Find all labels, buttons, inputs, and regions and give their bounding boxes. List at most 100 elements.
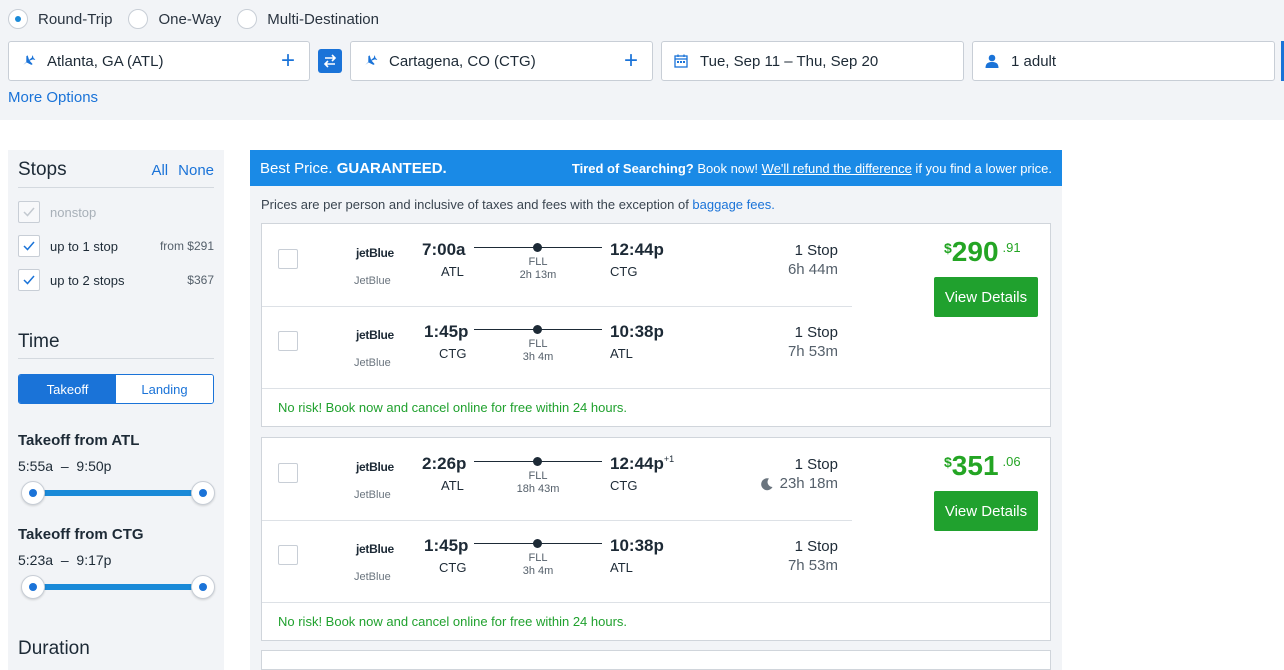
checkbox[interactable] bbox=[18, 201, 40, 223]
airline-logo: jetBlue bbox=[356, 328, 394, 342]
total-duration-text: 6h 44m bbox=[787, 261, 838, 278]
stop-price: $367 bbox=[187, 273, 214, 287]
stop-filter-one-stop[interactable]: up to 1 stop from $291 bbox=[18, 234, 214, 258]
stop-filter-nonstop[interactable]: nonstop bbox=[18, 200, 214, 224]
divider bbox=[18, 187, 214, 188]
layover-airport: FLL bbox=[528, 338, 548, 350]
duration-heading: Duration bbox=[18, 638, 90, 659]
arrival-time: 12:44p+1 bbox=[610, 454, 674, 474]
filters-sidebar: Stops All None nonstop up to 1 stop from … bbox=[8, 150, 224, 670]
fare-price: $351.06 bbox=[944, 450, 1021, 482]
refund-difference-link[interactable]: We'll refund the difference bbox=[762, 161, 912, 176]
checkbox[interactable] bbox=[18, 235, 40, 257]
airplane-takeoff-icon bbox=[19, 52, 37, 70]
arrival-time-text: 12:44p bbox=[610, 454, 664, 473]
takeoff-ctg-range: 5:23a – 9:17p bbox=[18, 552, 111, 568]
trip-type-group: Round-Trip One-Way Multi-Destination bbox=[8, 9, 395, 29]
banner-left-bold: GUARANTEED. bbox=[336, 159, 447, 177]
radio-multi-destination[interactable] bbox=[237, 9, 258, 29]
swap-airports-button[interactable] bbox=[318, 49, 342, 73]
leg-select-checkbox[interactable] bbox=[278, 331, 298, 351]
total-duration-text: 23h 18m bbox=[779, 475, 838, 492]
takeoff-ctg-slider-max-handle[interactable] bbox=[191, 575, 215, 599]
price-cents: .91 bbox=[1002, 240, 1021, 255]
trip-type-label: One-Way bbox=[158, 10, 222, 28]
trip-type-multi-destination[interactable]: Multi-Destination bbox=[237, 9, 379, 29]
airline-name: JetBlue bbox=[354, 357, 391, 369]
add-origin-plus-icon[interactable]: + bbox=[273, 47, 303, 75]
banner-right-suffix: if you find a lower price. bbox=[911, 160, 1052, 176]
stop-label: up to 2 stops bbox=[50, 272, 125, 288]
layover-duration: 18h 43m bbox=[516, 483, 560, 495]
takeoff-ctg-slider-track[interactable] bbox=[34, 584, 204, 590]
flight-result-card: jetBlue JetBlue 7:00a ATL FLL 2h 13m 12:… bbox=[261, 223, 1051, 427]
layover-dot bbox=[533, 243, 542, 252]
departure-time: 1:45p bbox=[424, 536, 469, 555]
person-icon bbox=[983, 52, 1001, 70]
origin-field[interactable]: Atlanta, GA (ATL) + bbox=[8, 41, 310, 81]
total-duration: 6h 44m bbox=[788, 261, 838, 278]
checkbox[interactable] bbox=[18, 269, 40, 291]
calendar-icon bbox=[672, 52, 690, 70]
radio-round-trip[interactable] bbox=[8, 9, 28, 29]
airline-name: JetBlue bbox=[354, 275, 391, 287]
arrival-time: 12:44p bbox=[610, 240, 664, 259]
check-icon bbox=[23, 241, 35, 251]
travelers-value: 1 adult bbox=[1011, 52, 1057, 70]
baggage-fees-link[interactable]: baggage fees. bbox=[692, 197, 774, 212]
view-details-button[interactable]: View Details bbox=[934, 491, 1038, 531]
banner-left-prefix: Best Price. bbox=[260, 159, 337, 177]
layover-dot bbox=[533, 325, 542, 334]
trip-type-one-way[interactable]: One-Way bbox=[128, 9, 221, 29]
results-panel: Best Price. GUARANTEED. Tired of Searchi… bbox=[250, 150, 1062, 670]
layover-duration: 3h 4m bbox=[522, 565, 554, 577]
leg-select-checkbox[interactable] bbox=[278, 463, 298, 483]
banner-right-bold: Tired of Searching? bbox=[571, 160, 694, 176]
select-all-link[interactable]: All bbox=[151, 162, 168, 179]
travelers-field[interactable]: 1 adult bbox=[972, 41, 1275, 81]
takeoff-atl-title: Takeoff from ATL bbox=[18, 432, 140, 449]
add-destination-plus-icon[interactable]: + bbox=[616, 47, 646, 75]
flight-leg: jetBlue JetBlue 2:26p ATL FLL 18h 43m 12… bbox=[262, 438, 852, 520]
takeoff-atl-slider-max-handle[interactable] bbox=[191, 481, 215, 505]
next-day-indicator: +1 bbox=[663, 454, 675, 464]
flight-result-card bbox=[261, 650, 1051, 670]
origin-value: Atlanta, GA (ATL) bbox=[47, 52, 164, 70]
swap-arrows-icon bbox=[323, 54, 337, 68]
departure-time: 2:26p bbox=[422, 454, 467, 473]
view-details-button[interactable]: View Details bbox=[934, 277, 1038, 317]
departure-airport: ATL bbox=[441, 478, 464, 493]
airline-logo: jetBlue bbox=[356, 542, 394, 556]
takeoff-ctg-title: Takeoff from CTG bbox=[18, 526, 144, 543]
trip-type-round-trip[interactable]: Round-Trip bbox=[8, 9, 112, 29]
leg-select-checkbox[interactable] bbox=[278, 249, 298, 269]
takeoff-ctg-slider-min-handle[interactable] bbox=[21, 575, 45, 599]
leg-select-checkbox[interactable] bbox=[278, 545, 298, 565]
price-note: Prices are per person and inclusive of t… bbox=[261, 197, 775, 212]
landing-tab[interactable]: Landing bbox=[116, 375, 213, 403]
total-duration: 7h 53m bbox=[788, 557, 838, 574]
stop-price: from $291 bbox=[159, 239, 214, 253]
stops-count: 1 Stop bbox=[794, 456, 838, 473]
select-none-link[interactable]: None bbox=[178, 162, 214, 179]
banner-left: Best Price. GUARANTEED. bbox=[260, 160, 572, 177]
price-currency: $ bbox=[944, 240, 952, 256]
airplane-landing-icon bbox=[361, 52, 379, 70]
takeoff-tab[interactable]: Takeoff bbox=[19, 375, 116, 403]
stop-filter-two-stops[interactable]: up to 2 stops $367 bbox=[18, 268, 214, 292]
takeoff-atl-slider-track[interactable] bbox=[34, 490, 204, 496]
price-dollars: 351 bbox=[951, 450, 999, 481]
radio-one-way[interactable] bbox=[128, 9, 149, 29]
divider bbox=[18, 358, 214, 359]
trip-type-label: Multi-Destination bbox=[267, 10, 379, 28]
airline-name: JetBlue bbox=[354, 489, 391, 501]
destination-field[interactable]: Cartagena, CO (CTG) + bbox=[350, 41, 653, 81]
more-options-link[interactable]: More Options bbox=[8, 89, 98, 106]
range-min: 5:55a bbox=[18, 458, 54, 474]
airline-name: JetBlue bbox=[354, 571, 391, 583]
takeoff-atl-range: 5:55a – 9:50p bbox=[18, 458, 111, 474]
total-duration: 23h 18m bbox=[760, 475, 838, 492]
total-duration-text: 7h 53m bbox=[787, 343, 838, 360]
dates-field[interactable]: Tue, Sep 11 – Thu, Sep 20 bbox=[661, 41, 964, 81]
takeoff-atl-slider-min-handle[interactable] bbox=[21, 481, 45, 505]
